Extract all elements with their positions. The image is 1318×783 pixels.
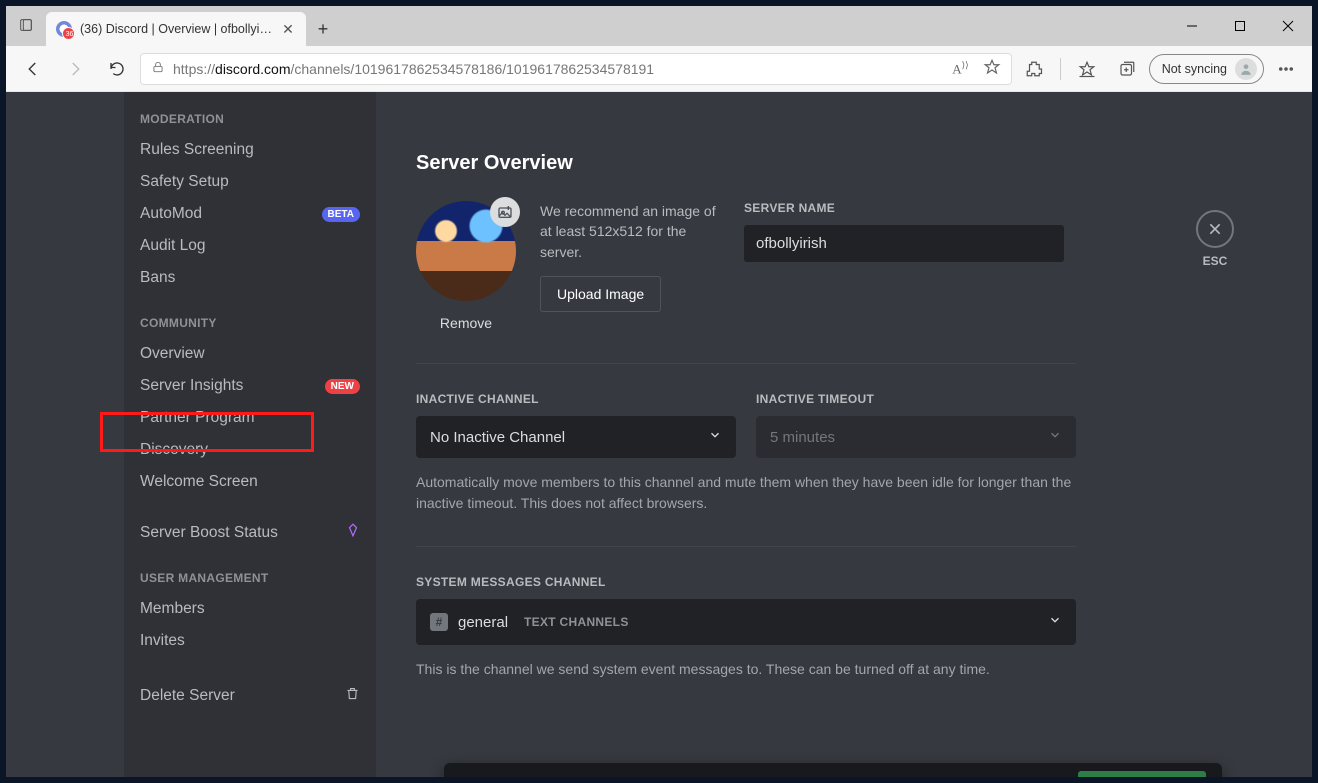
chevron-down-icon bbox=[1048, 428, 1062, 446]
tab-close-icon[interactable]: ✕ bbox=[280, 21, 296, 37]
settings-sidebar: MODERATION Rules Screening Safety Setup … bbox=[124, 92, 376, 777]
settings-main: ESC Server Overview Remove We recommend … bbox=[376, 92, 1312, 777]
close-settings-button[interactable]: ESC bbox=[1196, 210, 1234, 268]
upload-image-button[interactable]: Upload Image bbox=[540, 276, 661, 312]
chevron-down-icon bbox=[708, 428, 722, 446]
window-minimize-button[interactable] bbox=[1168, 6, 1216, 46]
nav-refresh-button[interactable] bbox=[98, 50, 136, 88]
sidebar-item-members[interactable]: Members bbox=[132, 593, 368, 625]
new-badge: NEW bbox=[325, 379, 360, 394]
browser-tab-active[interactable]: 36 (36) Discord | Overview | ofbollyi… ✕ bbox=[46, 12, 306, 46]
lock-icon bbox=[151, 60, 165, 77]
tab-title: (36) Discord | Overview | ofbollyi… bbox=[80, 22, 272, 36]
server-icon-preview[interactable] bbox=[416, 201, 516, 301]
sidebar-head-moderation: MODERATION bbox=[132, 104, 368, 134]
window-close-button[interactable] bbox=[1264, 6, 1312, 46]
boost-gem-icon bbox=[346, 523, 360, 542]
collections-icon[interactable] bbox=[1109, 51, 1145, 87]
beta-badge: BETA bbox=[322, 207, 360, 222]
remove-icon-link[interactable]: Remove bbox=[416, 315, 516, 331]
sidebar-item-discovery[interactable]: Discovery bbox=[132, 434, 368, 466]
nav-back-button[interactable] bbox=[14, 50, 52, 88]
profile-sync-button[interactable]: Not syncing bbox=[1149, 54, 1264, 84]
close-icon bbox=[1207, 221, 1223, 237]
sidebar-head-user-management: USER MANAGEMENT bbox=[132, 563, 368, 593]
favorite-icon[interactable] bbox=[983, 58, 1001, 79]
sidebar-item-automod[interactable]: AutoModBETA bbox=[132, 198, 368, 230]
image-recommendation-text: We recommend an image of at least 512x51… bbox=[540, 201, 720, 262]
sidebar-item-partner-program[interactable]: Partner Program bbox=[132, 402, 368, 434]
reset-button[interactable]: Reset bbox=[1006, 773, 1071, 777]
sidebar-item-bans[interactable]: Bans bbox=[132, 262, 368, 294]
divider bbox=[416, 363, 1076, 364]
sidebar-item-delete-server[interactable]: Delete Server bbox=[132, 679, 368, 713]
read-aloud-icon[interactable]: A⟩⟩ bbox=[952, 60, 968, 77]
sidebar-item-invites[interactable]: Invites bbox=[132, 625, 368, 657]
page-title: Server Overview bbox=[416, 152, 1272, 175]
sidebar-item-overview[interactable]: Overview bbox=[132, 338, 368, 370]
sidebar-item-safety-setup[interactable]: Safety Setup bbox=[132, 166, 368, 198]
inactive-help-text: Automatically move members to this chann… bbox=[416, 472, 1076, 514]
tab-actions-icon[interactable] bbox=[6, 6, 46, 44]
upload-image-icon[interactable] bbox=[490, 197, 520, 227]
address-bar: https://discord.com/channels/10196178625… bbox=[6, 46, 1312, 92]
app-menu-button[interactable] bbox=[1268, 51, 1304, 87]
chevron-down-icon bbox=[1048, 613, 1062, 631]
sidebar-item-rules-screening[interactable]: Rules Screening bbox=[132, 134, 368, 166]
url-text: https://discord.com/channels/10196178625… bbox=[173, 61, 654, 77]
new-tab-button[interactable]: + bbox=[306, 12, 340, 46]
inactive-timeout-label: INACTIVE TIMEOUT bbox=[756, 392, 1076, 406]
inactive-channel-label: INACTIVE CHANNEL bbox=[416, 392, 736, 406]
unsaved-changes-bar: Careful — you have unsaved changes! Rese… bbox=[444, 763, 1222, 777]
hash-icon: # bbox=[430, 613, 448, 631]
sidebar-head-community: COMMUNITY bbox=[132, 308, 368, 338]
inactive-channel-select[interactable]: No Inactive Channel bbox=[416, 416, 736, 458]
trash-icon bbox=[345, 686, 360, 706]
server-name-label: SERVER NAME bbox=[744, 201, 1272, 215]
save-changes-button[interactable]: Save Changes bbox=[1078, 771, 1206, 777]
favorites-bar-icon[interactable] bbox=[1069, 51, 1105, 87]
system-help-text: This is the channel we send system event… bbox=[416, 659, 1076, 680]
server-name-input[interactable] bbox=[744, 225, 1064, 262]
inactive-timeout-select[interactable]: 5 minutes bbox=[756, 416, 1076, 458]
nav-forward-button[interactable] bbox=[56, 50, 94, 88]
divider bbox=[416, 546, 1076, 547]
sidebar-item-welcome-screen[interactable]: Welcome Screen bbox=[132, 466, 368, 498]
sidebar-item-server-insights[interactable]: Server InsightsNEW bbox=[132, 370, 368, 402]
profile-avatar-icon bbox=[1235, 58, 1257, 80]
sidebar-item-audit-log[interactable]: Audit Log bbox=[132, 230, 368, 262]
discord-favicon-icon: 36 bbox=[56, 21, 72, 37]
system-channel-label: SYSTEM MESSAGES CHANNEL bbox=[416, 575, 1272, 589]
sync-label: Not syncing bbox=[1162, 62, 1227, 76]
discord-viewport: MODERATION Rules Screening Safety Setup … bbox=[6, 92, 1312, 777]
url-input[interactable]: https://discord.com/channels/10196178625… bbox=[140, 53, 1012, 85]
system-channel-select[interactable]: # general TEXT CHANNELS bbox=[416, 599, 1076, 645]
extensions-icon[interactable] bbox=[1016, 51, 1052, 87]
window-titlebar: 36 (36) Discord | Overview | ofbollyi… ✕… bbox=[6, 6, 1312, 46]
sidebar-item-server-boost[interactable]: Server Boost Status bbox=[132, 516, 368, 549]
window-maximize-button[interactable] bbox=[1216, 6, 1264, 46]
